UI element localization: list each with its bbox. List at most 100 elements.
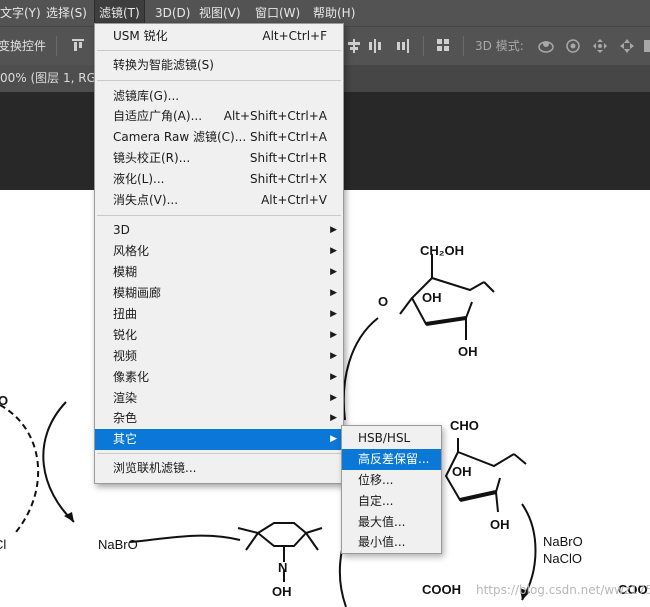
- menu-item-browse-online-filters[interactable]: 浏览联机滤镜...: [95, 458, 343, 479]
- menu-item-sharpen[interactable]: 锐化 ▶: [95, 325, 343, 346]
- slide-3d-icon[interactable]: [619, 38, 635, 54]
- watermark: https://blog.csdn.net/wwz175: [476, 583, 650, 597]
- menu-item-blur-gallery[interactable]: 模糊画廊 ▶: [95, 283, 343, 304]
- submenu-arrow-icon: ▶: [330, 434, 337, 444]
- menu-separator: [97, 80, 341, 81]
- submenu-item-offset[interactable]: 位移...: [342, 470, 441, 491]
- roll-3d-icon[interactable]: [565, 38, 581, 54]
- other-submenu: HSB/HSL 高反差保留... 位移... 自定... 最大值... 最小值.…: [341, 425, 442, 554]
- document-tab[interactable]: 00% (图层 1, RGB: [0, 65, 96, 92]
- menu-item-shortcut: Shift+Ctrl+X: [250, 172, 327, 186]
- menu-item-label: 自定...: [358, 494, 394, 508]
- naclo-label: NaClO: [543, 551, 583, 566]
- submenu-arrow-icon: ▶: [330, 351, 337, 361]
- submenu-arrow-icon: ▶: [330, 288, 337, 298]
- menu-item-label: 扭曲: [113, 307, 138, 321]
- menu-item-distort[interactable]: 扭曲 ▶: [95, 304, 343, 325]
- menu-item-shortcut: Alt+Ctrl+V: [261, 193, 327, 207]
- divider: [56, 36, 57, 56]
- nabro-label: NaBrO: [98, 537, 138, 552]
- menu-separator: [97, 215, 341, 216]
- menu-item-label: 镜头校正(R)...: [113, 151, 191, 165]
- submenu-item-minimum[interactable]: 最小值...: [342, 532, 441, 553]
- menu-item-label: 消失点(V)...: [113, 193, 179, 207]
- pan-3d-icon[interactable]: [592, 38, 608, 54]
- menu-item-label: 高反差保留...: [358, 452, 430, 466]
- menu-item-label: 最大值...: [358, 515, 406, 529]
- orbit-3d-icon[interactable]: [538, 38, 554, 54]
- oh-label: OH: [458, 344, 478, 359]
- submenu-arrow-icon: ▶: [330, 225, 337, 235]
- nitrogen-label: N: [278, 560, 288, 575]
- menu-item-label: 液化(L)...: [113, 172, 165, 186]
- cho-label: CHO: [450, 418, 479, 433]
- submenu-item-hsb-hsl[interactable]: HSB/HSL: [342, 428, 441, 449]
- cooh-label: COOH: [422, 582, 461, 597]
- filter-menu: USM 锐化 Alt+Ctrl+F 转换为智能滤镜(S) 滤镜库(G)... 自适…: [94, 23, 344, 484]
- menu-item-adaptive-wide-angle[interactable]: 自适应广角(A)... Alt+Shift+Ctrl+A: [95, 106, 343, 127]
- menu-item-label: HSB/HSL: [358, 431, 411, 445]
- menu-item-video[interactable]: 视频 ▶: [95, 346, 343, 367]
- submenu-arrow-icon: ▶: [330, 413, 337, 423]
- auto-align-icon[interactable]: [437, 39, 451, 53]
- menu-item-noise[interactable]: 杂色 ▶: [95, 408, 343, 429]
- menu-item-label: 位移...: [358, 473, 394, 487]
- ch2oh-label: CH₂OH: [420, 243, 465, 258]
- menu-item-lens-correction[interactable]: 镜头校正(R)... Shift+Ctrl+R: [95, 148, 343, 169]
- oh-label: OH: [422, 290, 442, 305]
- menu-item-label: USM 锐化: [113, 29, 168, 43]
- submenu-item-maximum[interactable]: 最大值...: [342, 512, 441, 533]
- menu-item-3d[interactable]: 3D ▶: [95, 220, 343, 241]
- distribute-icon[interactable]: [369, 39, 383, 53]
- divider: [423, 36, 424, 56]
- menu-item-label: Camera Raw 滤镜(C)...: [113, 130, 247, 144]
- oxygen-label: O: [0, 393, 9, 408]
- align-hcenter-icon[interactable]: [347, 39, 361, 53]
- align-top-icon[interactable]: [72, 39, 84, 53]
- menu-item-shortcut: Shift+Ctrl+R: [249, 151, 327, 165]
- menu-item-vanishing-point[interactable]: 消失点(V)... Alt+Ctrl+V: [95, 190, 343, 211]
- menu-item-label: 转换为智能滤镜(S): [113, 58, 214, 72]
- menu-item-pixelate[interactable]: 像素化 ▶: [95, 367, 343, 388]
- menu-item-liquify[interactable]: 液化(L)... Shift+Ctrl+X: [95, 169, 343, 190]
- menu-item-label: 滤镜库(G)...: [113, 89, 180, 103]
- menu-item-label: 渲染: [113, 391, 138, 405]
- oh-label: OH: [490, 517, 510, 532]
- ring-oxygen-label: O: [378, 294, 389, 309]
- divider: [463, 36, 464, 56]
- submenu-item-custom[interactable]: 自定...: [342, 491, 441, 512]
- submenu-arrow-icon: ▶: [330, 372, 337, 382]
- menu-item-usm-sharpen[interactable]: USM 锐化 Alt+Ctrl+F: [95, 26, 343, 47]
- menu-item-other[interactable]: 其它 ▶: [95, 429, 343, 450]
- menu-item-filter-gallery[interactable]: 滤镜库(G)...: [95, 86, 343, 107]
- menu-item-label: 风格化: [113, 244, 150, 258]
- menu-item-label: 模糊画廊: [113, 286, 162, 300]
- menu-item-label: 杂色: [113, 411, 138, 425]
- submenu-item-high-pass[interactable]: 高反差保留...: [342, 449, 441, 470]
- n-oh-label: OH: [272, 584, 292, 599]
- menu-item-label: 自适应广角(A)...: [113, 109, 203, 123]
- submenu-arrow-icon: ▶: [330, 246, 337, 256]
- menu-item-blur[interactable]: 模糊 ▶: [95, 262, 343, 283]
- menu-select[interactable]: 选择(S): [42, 0, 91, 26]
- menu-item-stylize[interactable]: 风格化 ▶: [95, 241, 343, 262]
- submenu-arrow-icon: ▶: [330, 267, 337, 277]
- align-right-icon[interactable]: [395, 39, 409, 53]
- menu-item-shortcut: Alt+Shift+Ctrl+A: [223, 109, 327, 123]
- scale-3d-icon[interactable]: [644, 40, 650, 52]
- menu-item-camera-raw[interactable]: Camera Raw 滤镜(C)... Shift+Ctrl+A: [95, 127, 343, 148]
- transform-controls-label[interactable]: 变换控件: [0, 27, 46, 65]
- menu-item-convert-smart-filter[interactable]: 转换为智能滤镜(S): [95, 55, 343, 76]
- submenu-arrow-icon: ▶: [330, 309, 337, 319]
- menu-item-label: 模糊: [113, 265, 138, 279]
- menu-item-label: 3D: [113, 223, 130, 237]
- submenu-arrow-icon: ▶: [330, 393, 337, 403]
- menu-type[interactable]: 文字(Y): [0, 0, 45, 26]
- cl-label: Cl: [0, 537, 7, 552]
- nabro-label: NaBrO: [543, 534, 583, 549]
- menu-item-label: 最小值...: [358, 535, 406, 549]
- 3d-mode-label: 3D 模式:: [475, 39, 524, 53]
- menu-item-label: 锐化: [113, 328, 138, 342]
- menu-item-label: 视频: [113, 349, 138, 363]
- menu-item-render[interactable]: 渲染 ▶: [95, 388, 343, 409]
